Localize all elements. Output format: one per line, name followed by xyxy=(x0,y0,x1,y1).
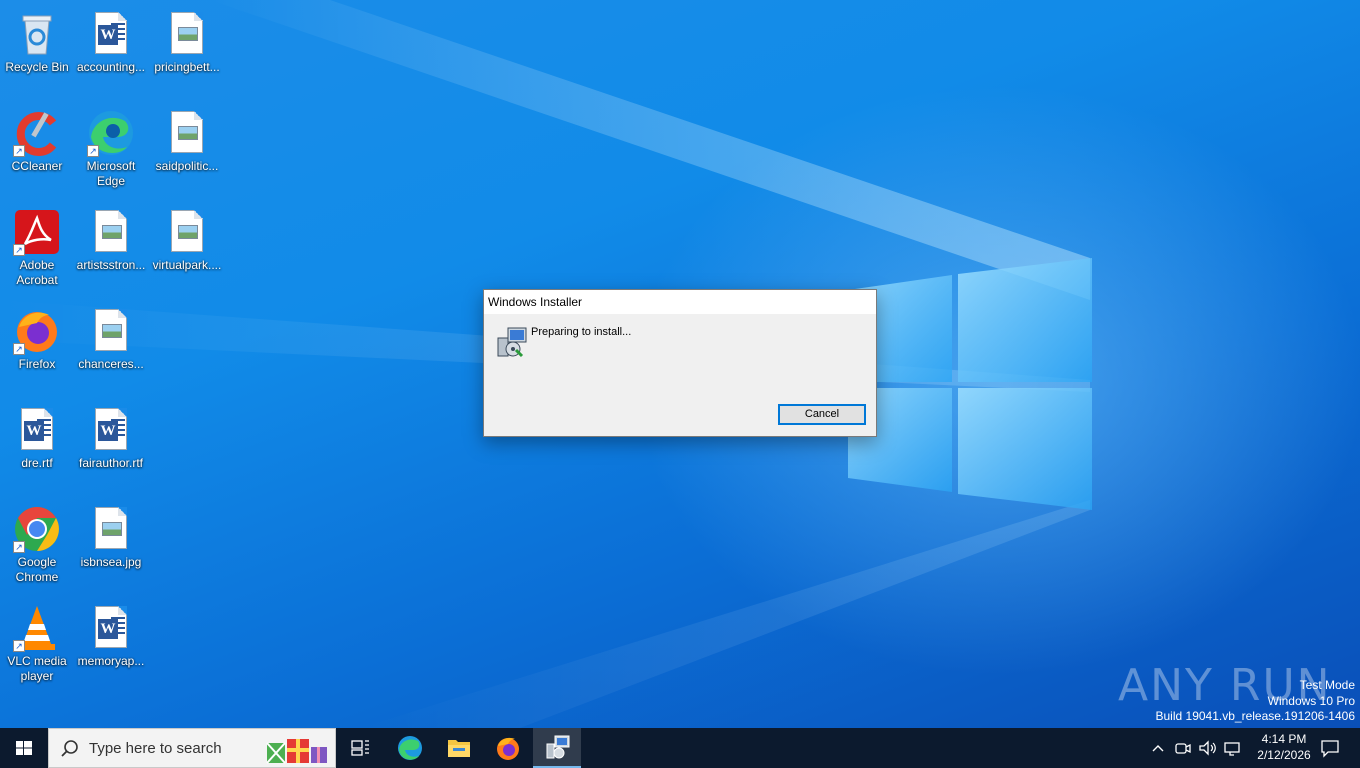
shortcut-arrow-icon: ↗ xyxy=(87,145,99,157)
edge-icon xyxy=(398,736,422,760)
edge-icon: ↗ xyxy=(87,109,135,157)
icon-label: saidpolitic... xyxy=(155,159,219,173)
icon-label: fairauthor.rtf xyxy=(78,456,144,470)
icon-label: CCleaner xyxy=(11,159,63,173)
desktop-icon-virtualpark[interactable]: virtualpark.... xyxy=(150,202,224,296)
firefox-icon xyxy=(497,737,519,760)
task-view-icon xyxy=(351,740,369,756)
taskbar-windows-installer-button[interactable] xyxy=(533,728,581,768)
ccleaner-icon: ↗ xyxy=(13,109,61,157)
word-document-icon: W xyxy=(87,604,135,652)
icon-label: memoryap... xyxy=(77,654,145,668)
shortcut-arrow-icon: ↗ xyxy=(13,343,25,355)
desktop-icon-saidpolitic[interactable]: saidpolitic... xyxy=(150,103,224,197)
desktop-icon-pricingbett[interactable]: pricingbett... xyxy=(150,4,224,98)
dialog-message: Preparing to install... xyxy=(531,326,632,338)
taskbar-file-explorer-button[interactable] xyxy=(435,728,483,768)
desktop-icon-recycle-bin[interactable]: Recycle Bin xyxy=(0,4,74,98)
watermark-line: Test Mode xyxy=(1299,678,1355,692)
image-file-icon xyxy=(87,208,135,256)
image-file-icon xyxy=(163,109,211,157)
image-file-icon xyxy=(163,10,211,58)
firefox-icon: ↗ xyxy=(13,307,61,355)
chrome-icon: ↗ xyxy=(13,505,61,553)
search-highlight-gifts-icon xyxy=(266,739,327,764)
windows-logo-icon xyxy=(16,741,32,755)
shortcut-arrow-icon: ↗ xyxy=(13,640,25,652)
icon-label: Adobe Acrobat xyxy=(16,258,58,287)
start-button[interactable] xyxy=(0,728,48,768)
desktop-icon-fairauthor[interactable]: W fairauthor.rtf xyxy=(74,400,148,494)
windows-installer-dialog: Windows Installer Preparing to install..… xyxy=(483,289,877,437)
shortcut-arrow-icon: ↗ xyxy=(13,244,25,256)
installer-icon xyxy=(496,326,528,358)
network-icon[interactable] xyxy=(1222,738,1242,758)
word-document-icon: W xyxy=(87,10,135,58)
shortcut-arrow-icon: ↗ xyxy=(13,541,25,553)
search-placeholder: Type here to search xyxy=(89,740,222,757)
search-icon xyxy=(61,740,78,757)
vlc-icon: ↗ xyxy=(13,604,61,652)
cancel-button[interactable]: Cancel xyxy=(778,404,866,425)
system-tray: 4:14 PM 2/12/2026 xyxy=(1140,728,1360,768)
test-mode-watermark: Test Mode Windows 10 Pro Build 19041.vb_… xyxy=(1156,678,1356,725)
icon-label: VLC media player xyxy=(7,654,67,683)
icon-label: Microsoft Edge xyxy=(86,159,136,188)
search-input[interactable]: Type here to search xyxy=(48,728,336,768)
image-file-icon xyxy=(163,208,211,256)
watermark-line: Build 19041.vb_release.191206-1406 xyxy=(1155,709,1356,723)
desktop-icon-firefox[interactable]: ↗ Firefox xyxy=(0,301,74,395)
icon-label: artistsstron... xyxy=(76,258,146,272)
icon-label: chanceres... xyxy=(78,357,144,371)
desktop-icon-accounting[interactable]: W accounting... xyxy=(74,4,148,98)
word-document-icon: W xyxy=(87,406,135,454)
image-file-icon xyxy=(87,505,135,553)
dialog-title[interactable]: Windows Installer xyxy=(484,290,876,314)
desktop-icon-ccleaner[interactable]: ↗ CCleaner xyxy=(0,103,74,197)
taskbar-edge-button[interactable] xyxy=(386,728,434,768)
icon-label: isbnsea.jpg xyxy=(80,555,142,569)
meet-now-icon[interactable] xyxy=(1174,738,1192,758)
installer-icon xyxy=(546,735,570,759)
icon-label: Recycle Bin xyxy=(5,60,69,74)
icon-label: pricingbett... xyxy=(154,60,220,74)
task-view-button[interactable] xyxy=(336,728,384,768)
desktop-icon-microsoft-edge[interactable]: ↗ Microsoft Edge xyxy=(74,103,148,197)
clock-time: 4:14 PM xyxy=(1261,732,1307,746)
desktop-icon-vlc[interactable]: ↗ VLC media player xyxy=(0,598,74,692)
icon-label: accounting... xyxy=(76,60,146,74)
icon-label: Firefox xyxy=(18,357,56,371)
chevron-up-icon[interactable] xyxy=(1150,738,1166,758)
desktop-icon-adobe-acrobat[interactable]: ↗ Adobe Acrobat xyxy=(0,202,74,296)
recycle-bin-icon xyxy=(13,10,61,58)
desktop-icon-isbnsea[interactable]: isbnsea.jpg xyxy=(74,499,148,593)
image-file-icon xyxy=(87,307,135,355)
desktop: Recycle Bin ↗ CCleaner ↗ Adobe Acrobat ↗… xyxy=(0,0,1360,728)
acrobat-icon: ↗ xyxy=(13,208,61,256)
watermark-line: Windows 10 Pro xyxy=(1267,693,1355,708)
notifications-icon[interactable] xyxy=(1320,738,1340,758)
word-document-icon: W xyxy=(13,406,61,454)
shortcut-arrow-icon: ↗ xyxy=(13,145,25,157)
desktop-icon-artistsstron[interactable]: artistsstron... xyxy=(74,202,148,296)
icon-label: dre.rtf xyxy=(21,456,53,470)
desktop-icon-memoryap[interactable]: W memoryap... xyxy=(74,598,148,692)
icon-label: Google Chrome xyxy=(15,555,59,584)
volume-icon[interactable] xyxy=(1198,738,1218,758)
taskbar: Type here to search 4:14 PM 2/12/2026 xyxy=(0,728,1360,768)
desktop-icon-dre-rtf[interactable]: W dre.rtf xyxy=(0,400,74,494)
clock-date: 2/12/2026 xyxy=(1257,748,1311,762)
desktop-icon-chanceres[interactable]: chanceres... xyxy=(74,301,148,395)
clock[interactable]: 4:14 PM 2/12/2026 xyxy=(1253,731,1315,763)
folder-icon xyxy=(448,740,470,757)
desktop-icon-google-chrome[interactable]: ↗ Google Chrome xyxy=(0,499,74,593)
taskbar-firefox-button[interactable] xyxy=(484,728,532,768)
icon-label: virtualpark.... xyxy=(152,258,222,272)
